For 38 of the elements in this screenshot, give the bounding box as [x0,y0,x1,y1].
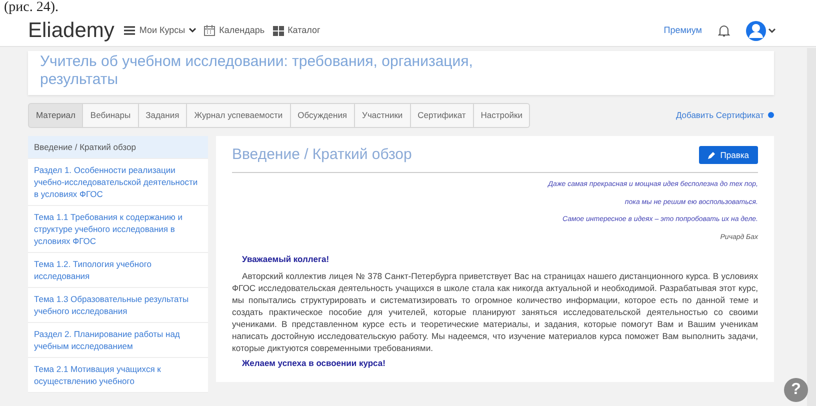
nav-link[interactable]: Каталог [288,24,320,38]
pencil-icon [708,151,716,159]
add-certificate-link[interactable]: Добавить Сертификат [676,109,774,122]
nav-link[interactable]: Календарь [219,24,265,38]
sidebar-item[interactable]: Тема 1.2. Типология учебного исследования [28,252,208,288]
sidebar-item[interactable]: Раздел 1. Особенности реализации учебно-исследовательской деятельности в условиях ФГОС [28,158,208,206]
course-title: результаты [40,71,119,89]
sidebar-item[interactable]: Тема 2.1 Мотивация учащихся к осуществлению учебного [28,358,208,393]
edit-button[interactable]: Правка [699,146,758,164]
help-button[interactable]: ? [784,378,808,402]
calendar-icon [204,25,216,36]
scrollbar[interactable] [807,48,816,406]
grid-icon [272,26,284,36]
tab[interactable]: Настройки [474,103,530,128]
closing-text: Желаем успеха в освоении курса! [242,357,386,370]
sidebar-item[interactable]: Тема 1.3 Образовательные результаты учебного исследования [28,288,208,323]
nav-link[interactable]: Мои Курсы [139,24,186,38]
greeting-text: Уважаемый коллега! [242,253,330,266]
tab[interactable]: Участники [355,103,411,128]
body-paragraph: Авторский коллектив лицея № 378 Санкт-Петербурга приветствует Вас на страницах нашего дистанционного курса. В условиях ФГОС исследовательская деятельность учащихся в школе стала как никогда актуальной и необходимой. Разрабатывая этот курс, мы попытались структурировать и систематизировать то огромное количество информации, которое есть по данной теме и создать практическое пособие для учителей, которые планируют заняться исследовательской деятельностью со своими учениками. В представленном курсе есть и теоретические материалы, и задания, которые помогут Вам и Вашим ученикам написать достойную исследовательскую работу. Мы надеемся, что изучение материалов курса поможет Вам выполнить задачи, которые диктуются современными требованиями. [232,270,758,354]
logo: Eliademy [28,18,114,44]
premium-link[interactable]: Премиум [664,24,702,38]
tab[interactable]: Задания [138,103,188,128]
avatar-icon[interactable] [746,20,776,40]
content-heading: Введение / Краткий обзор [232,144,412,165]
menu-icon [124,26,136,35]
caret-icon [189,28,196,33]
tab[interactable]: Обсуждения [290,103,356,128]
caption-text: (рис. 24). [0,0,816,15]
course-title: Учитель об учебном исследовании: требования, организация, [40,53,474,71]
tab[interactable]: Сертификат [410,103,474,128]
sidebar-item[interactable]: Раздел 2. Планирование работы над учебным исследованием [28,322,208,358]
sidebar-item[interactable]: Тема 1.1 Требования к содержанию и структуре учебного исследования в условиях ФГОС [28,206,208,253]
bell-icon[interactable] [718,24,730,37]
tab[interactable]: Журнал успеваемости [187,103,291,128]
tab[interactable]: Материал [28,103,84,128]
tab[interactable]: Вебинары [83,103,139,128]
sidebar-item[interactable]: Введение / Краткий обзор [28,136,208,159]
